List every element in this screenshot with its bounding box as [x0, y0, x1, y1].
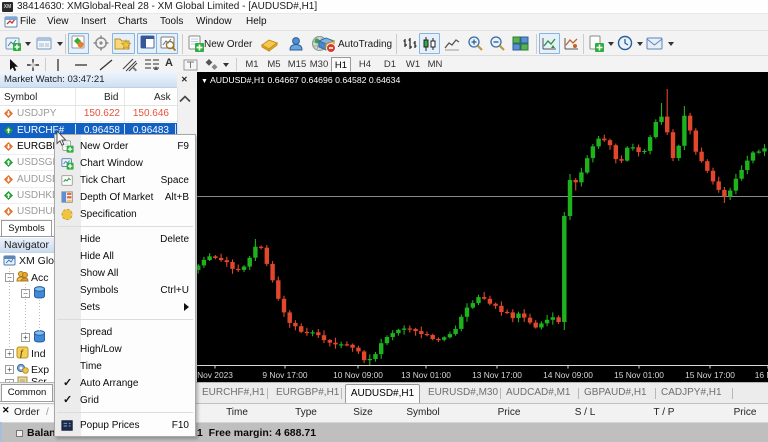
svg-text:14 Nov 09:00: 14 Nov 09:00	[543, 370, 593, 380]
svg-text:15 Nov 01:00: 15 Nov 01:00	[614, 370, 664, 380]
svg-text:Nov 2023: Nov 2023	[197, 370, 233, 380]
svg-text:13 Nov 17:00: 13 Nov 17:00	[472, 370, 522, 380]
svg-text:9 Nov 17:00: 9 Nov 17:00	[262, 370, 308, 380]
svg-text:16 Nov: 16 Nov	[755, 370, 768, 380]
svg-text:15 Nov 17:00: 15 Nov 17:00	[685, 370, 735, 380]
svg-text:10 Nov 09:00: 10 Nov 09:00	[333, 370, 383, 380]
svg-text:AUDUSD#,H1 0.64667 0.64696 0.: AUDUSD#,H1 0.64667 0.64696 0.64582 0.646…	[210, 75, 400, 85]
svg-text:▼: ▼	[201, 78, 208, 85]
svg-text:13 Nov 01:00: 13 Nov 01:00	[401, 370, 451, 380]
